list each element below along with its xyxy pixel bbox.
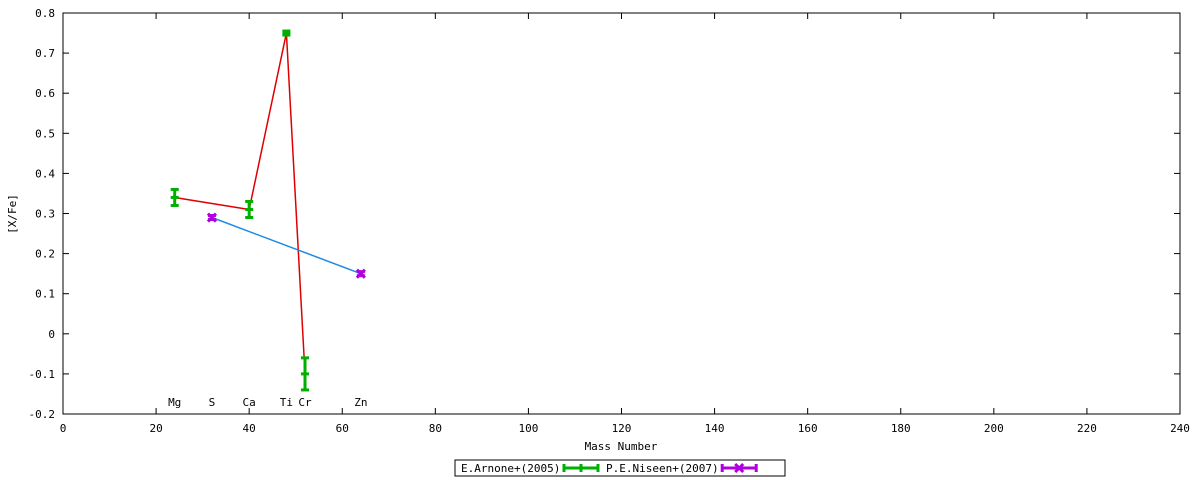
data-point [282, 29, 291, 37]
x-tick-label: 60 [336, 422, 349, 435]
y-tick-label: 0 [48, 328, 55, 341]
y-tick-label: 0.5 [35, 127, 55, 140]
y-tick-label: 0.6 [35, 87, 55, 100]
data-point [170, 187, 179, 207]
x-tick-label: 0 [60, 422, 67, 435]
legend-label: P.E.Niseen+(2007) [606, 462, 719, 475]
x-tick-label: 80 [429, 422, 442, 435]
series-points [170, 29, 366, 392]
y-tick-label: -0.1 [29, 368, 56, 381]
legend-label: E.Arnone+(2005) [461, 462, 560, 475]
data-point [355, 268, 366, 279]
element-label: Cr [298, 396, 312, 409]
x-tick-label: 120 [612, 422, 632, 435]
x-tick-label: 140 [705, 422, 725, 435]
series-line [211, 216, 362, 275]
series-line [174, 32, 306, 374]
data-point [245, 199, 254, 220]
y-tick-label: 0.8 [35, 7, 55, 20]
y-axis-title: [X/Fe] [6, 194, 19, 234]
y-tick-label: 0.4 [35, 167, 55, 180]
x-tick-label: 180 [891, 422, 911, 435]
x-tick-label: 160 [798, 422, 818, 435]
data-point [301, 356, 310, 392]
legend: E.Arnone+(2005) P.E.Niseen+(2007) [454, 459, 786, 477]
element-labels: Mg S Ca Ti Cr Zn [168, 396, 367, 409]
x-tick-label: 20 [149, 422, 162, 435]
x-tick-label: 200 [984, 422, 1004, 435]
x-axis-title: Mass Number [585, 440, 658, 453]
element-label: Mg [168, 396, 181, 409]
y-tick-label: 0.3 [35, 208, 55, 221]
element-label: Ca [243, 396, 256, 409]
series-lines [174, 32, 362, 374]
y-tick-label: 0.2 [35, 248, 55, 261]
data-point [206, 212, 217, 223]
element-label: Zn [354, 396, 367, 409]
plot-area [62, 12, 1181, 415]
y-tick-label: -0.2 [29, 408, 56, 421]
element-label: S [209, 396, 216, 409]
x-tick-label: 240 [1170, 422, 1190, 435]
y-axis: 0.8 0.7 0.6 0.5 0.4 0.3 0.2 0.1 0 -0.1 -0.2 [29, 7, 1180, 421]
chart: 0.8 0.7 0.6 0.5 0.4 0.3 0.2 0.1 0 -0.1 -0.2 0 20 40 6… [6, 7, 1190, 477]
element-label: Ti [280, 396, 293, 409]
x-tick-label: 220 [1077, 422, 1097, 435]
y-tick-label: 0.1 [35, 288, 55, 301]
x-tick-label: 100 [518, 422, 538, 435]
x-tick-label: 40 [243, 422, 256, 435]
y-tick-label: 0.7 [35, 47, 55, 60]
